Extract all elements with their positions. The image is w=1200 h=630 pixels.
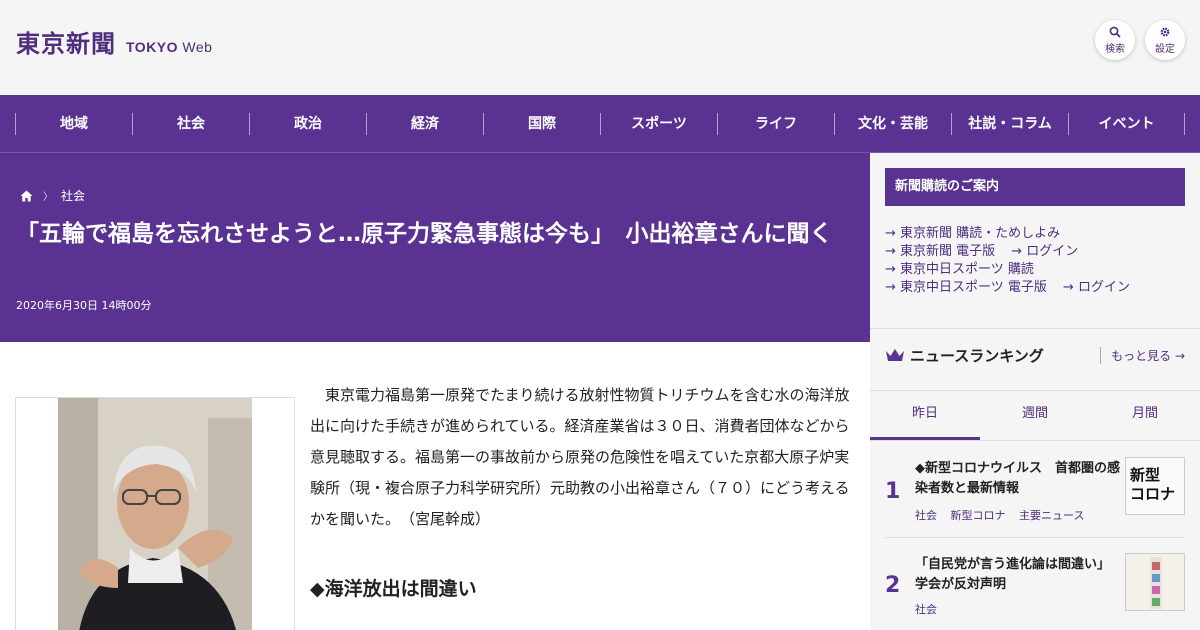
ranking-more-link[interactable]: もっと見る →	[1100, 347, 1185, 364]
rank-tag[interactable]: 社会	[915, 509, 937, 522]
rank-thumbnail[interactable]: 新型 コロナ	[1125, 457, 1185, 515]
search-icon	[1109, 26, 1121, 38]
search-button[interactable]: 検索	[1095, 20, 1135, 60]
gear-icon	[1160, 27, 1170, 36]
ranking-header: ニュースランキング もっと見る →	[885, 343, 1185, 367]
arrow-right-icon: →	[1174, 349, 1185, 363]
tab-weekly[interactable]: 週間	[980, 391, 1090, 440]
nav-item-events[interactable]: イベント	[1068, 112, 1185, 135]
subscription-header: 新聞購読のご案内	[885, 168, 1185, 206]
tab-yesterday[interactable]: 昨日	[870, 391, 980, 440]
ranking-title: ニュースランキング	[910, 346, 1044, 365]
link-subscribe-trial[interactable]: → 東京新聞 購読・ためしよみ	[885, 226, 1060, 241]
article-lead: 東京電力福島第一原発でたまり続ける放射性物質トリチウムを含む水の海洋放出に向けた…	[310, 386, 850, 528]
rank-number: 2	[885, 573, 901, 598]
tab-monthly[interactable]: 月間	[1090, 391, 1200, 440]
article-photo	[58, 398, 252, 630]
sidebar: 新聞購読のご案内 → 東京新聞 購読・ためしよみ → 東京新聞 電子版 → ログイ…	[870, 153, 1200, 630]
article-body: 東京電力福島第一原発でたまり続ける放射性物質トリチウムを含む水の海洋放出に向けた…	[0, 342, 870, 630]
nav-item-society[interactable]: 社会	[132, 112, 249, 135]
breadcrumb-chevron-icon: 〉	[43, 192, 53, 203]
link-chunichi-sports-login[interactable]: → ログイン	[1063, 280, 1130, 295]
nav-item-international[interactable]: 国際	[483, 112, 600, 135]
ranking-item-1[interactable]: 1 ◆新型コロナウイルス 首都圏の感染者数と最新情報 社会 新型コロナ 主要ニュ…	[885, 455, 1185, 527]
sidebar-divider	[870, 328, 1200, 329]
rank-tag[interactable]: 社会	[915, 603, 937, 616]
rank-thumbnail[interactable]	[1125, 553, 1185, 611]
link-digital-login[interactable]: → ログイン	[1011, 244, 1078, 259]
logo-japanese: 東京新聞	[16, 29, 116, 58]
main-nav: 地域 社会 政治 経済 国際 スポーツ ライフ 文化・芸能 社説・コラム イベン…	[0, 95, 1200, 152]
article-photo-frame	[15, 397, 295, 630]
ranking-item-2[interactable]: 2 「自民党が言う進化論は間違い」 学会が反対声明 社会	[885, 551, 1185, 623]
settings-label: 設定	[1155, 43, 1175, 55]
rank-tag[interactable]: 新型コロナ	[951, 509, 1006, 522]
site-header: 東京新聞 TOKYO Web 検索 設定	[0, 0, 1200, 95]
rank-headline[interactable]: 「自民党が言う進化論は間違い」 学会が反対声明	[915, 555, 1120, 595]
breadcrumb-category[interactable]: 社会	[61, 187, 85, 204]
page-title: 「五輪で福島を忘れさせようと…原子力緊急事態は今も」 小出裕章さんに聞く	[16, 221, 833, 247]
nav-item-life[interactable]: ライフ	[717, 112, 834, 135]
link-chunichi-sports-subscribe[interactable]: → 東京中日スポーツ 購読	[885, 262, 1034, 277]
article-header: 〉 社会 「五輪で福島を忘れさせようと…原子力緊急事態は今も」 小出裕章さんに聞…	[0, 153, 870, 342]
site-logo[interactable]: 東京新聞 TOKYO Web	[16, 24, 212, 59]
settings-button[interactable]: 設定	[1145, 20, 1185, 60]
subscription-links: → 東京新聞 購読・ためしよみ → 東京新聞 電子版 → ログイン → 東京中日ス…	[885, 225, 1130, 297]
publish-date: 2020年6月30日 14時00分	[16, 299, 152, 312]
rank-tags: 社会	[915, 601, 947, 617]
nav-item-sports[interactable]: スポーツ	[600, 112, 717, 135]
breadcrumb: 〉 社会	[20, 187, 85, 204]
home-icon[interactable]	[20, 190, 33, 202]
crown-icon	[886, 349, 904, 361]
tabs-divider	[870, 440, 1200, 441]
ranking-tabs: 昨日 週間 月間	[870, 390, 1200, 440]
nav-item-politics[interactable]: 政治	[249, 112, 366, 135]
ranking-divider	[885, 537, 1185, 538]
rank-tags: 社会 新型コロナ 主要ニュース	[915, 507, 1094, 523]
nav-item-culture[interactable]: 文化・芸能	[834, 112, 951, 135]
rank-tag[interactable]: 主要ニュース	[1019, 509, 1084, 522]
article-subheading: ◆海洋放出は間違い	[310, 578, 477, 600]
search-label: 検索	[1105, 43, 1125, 55]
rank-headline[interactable]: ◆新型コロナウイルス 首都圏の感染者数と最新情報	[915, 459, 1120, 499]
nav-item-editorial[interactable]: 社説・コラム	[951, 112, 1068, 135]
nav-item-economy[interactable]: 経済	[366, 112, 483, 135]
logo-english: TOKYO Web	[126, 39, 213, 55]
link-chunichi-sports-digital[interactable]: → 東京中日スポーツ 電子版	[885, 280, 1047, 295]
nav-item-region[interactable]: 地域	[15, 112, 132, 135]
rank-number: 1	[885, 479, 901, 504]
link-digital-edition[interactable]: → 東京新聞 電子版	[885, 244, 995, 259]
